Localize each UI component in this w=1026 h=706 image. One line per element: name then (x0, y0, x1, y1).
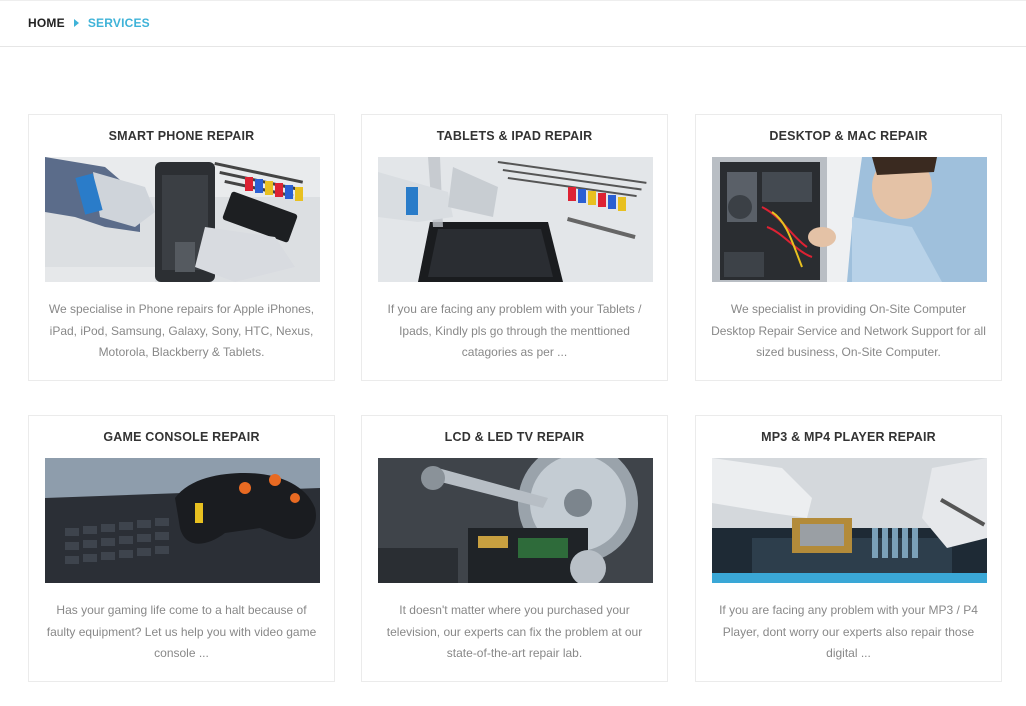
service-description: If you are facing any problem with your … (387, 302, 642, 359)
game-console-photo[interactable] (45, 458, 320, 583)
service-title[interactable]: LCD & LED TV REPAIR (362, 430, 667, 446)
breadcrumb-current: SERVICES (87, 16, 150, 30)
service-title[interactable]: MP3 & MP4 PLAYER REPAIR (696, 430, 1001, 446)
service-card-smartphone[interactable]: SMART PHONE REPAIR We specialise in Phon… (28, 114, 335, 381)
service-description: We specialist in providing On-Site Compu… (711, 302, 986, 359)
service-title[interactable]: DESKTOP & MAC REPAIR (696, 129, 1001, 145)
circuit-board-photo[interactable] (712, 458, 987, 583)
service-description: We specialise in Phone repairs for Apple… (48, 302, 315, 359)
breadcrumb-bar: HOME SERVICES (0, 0, 1026, 47)
smartphone-repair-photo[interactable] (45, 157, 320, 282)
service-card-mp3-player[interactable]: MP3 & MP4 PLAYER REPAIR If you are facin… (695, 415, 1002, 682)
service-card-desktop[interactable]: DESKTOP & MAC REPAIR We specialist in pr… (695, 114, 1002, 381)
desktop-repair-photo[interactable] (712, 157, 987, 282)
tablet-repair-photo[interactable] (378, 157, 653, 282)
service-title[interactable]: TABLETS & IPAD REPAIR (362, 129, 667, 145)
service-card-game-console[interactable]: GAME CONSOLE REPAIR Has your gaming life… (28, 415, 335, 682)
hard-drive-photo[interactable] (378, 458, 653, 583)
service-title[interactable]: GAME CONSOLE REPAIR (29, 430, 334, 446)
breadcrumb-home-link[interactable]: HOME (28, 16, 65, 30)
service-title[interactable]: SMART PHONE REPAIR (29, 129, 334, 145)
service-card-tablet[interactable]: TABLETS & IPAD REPAIR If you are facing … (361, 114, 668, 381)
service-description: If you are facing any problem with your … (719, 603, 978, 660)
service-description: It doesn't matter where you purchased yo… (386, 603, 643, 660)
service-card-lcd-tv[interactable]: LCD & LED TV REPAIR It doesn't matter wh… (361, 415, 668, 682)
breadcrumb: HOME SERVICES (28, 16, 150, 30)
service-description: Has your gaming life come to a halt beca… (46, 603, 317, 660)
breadcrumb-arrow-icon (73, 19, 79, 27)
